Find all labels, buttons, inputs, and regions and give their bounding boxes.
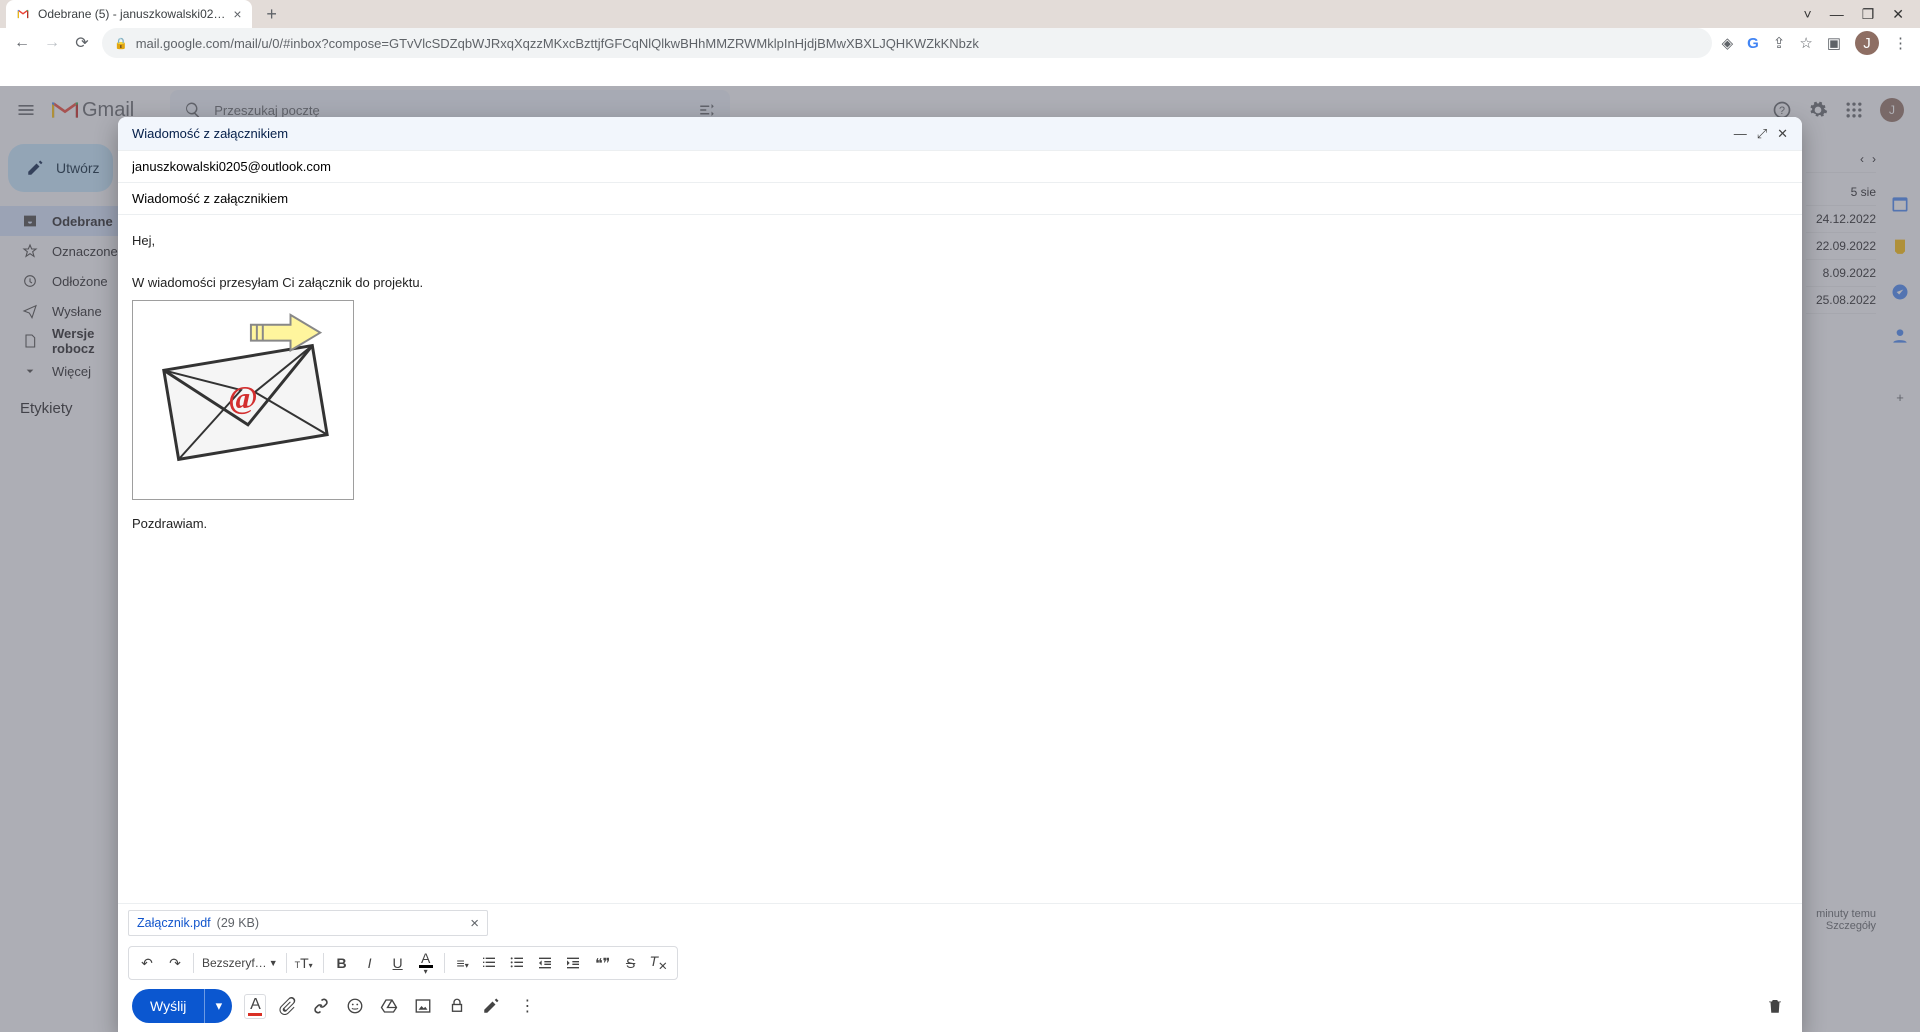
attachment-name: Załącznik.pdf: [137, 916, 211, 930]
chrome-menu-icon[interactable]: ⋮: [1893, 34, 1908, 52]
insert-emoji-icon[interactable]: [346, 997, 368, 1015]
compose-body[interactable]: Hej, W wiadomości przesyłam Ci załącznik…: [118, 215, 1802, 903]
redo-icon[interactable]: ↷: [165, 955, 185, 972]
text-color-icon[interactable]: A▾: [416, 951, 436, 976]
attach-file-icon[interactable]: [278, 997, 300, 1015]
browser-tab[interactable]: Odebrane (5) - januszkowalski02… ×: [6, 0, 252, 28]
format-toolbar: ↶ ↷ Bezszeryf… ▼ TT▾ B I U A▾ ≡▾ ❝❞ S T✕: [128, 946, 678, 980]
discard-draft-icon[interactable]: [1766, 997, 1788, 1015]
nav-reload-button[interactable]: ⟳: [72, 33, 92, 53]
popout-compose-icon[interactable]: ⤢: [1757, 126, 1767, 142]
ext-icon[interactable]: ◈: [1722, 34, 1734, 52]
indent-less-icon[interactable]: [537, 955, 557, 971]
url-text: mail.google.com/mail/u/0/#inbox?compose=…: [136, 36, 979, 51]
compose-window: Wiadomość z załącznikiem — ⤢ ✕ Hej, W wi…: [118, 117, 1802, 1032]
insert-drive-icon[interactable]: [380, 997, 402, 1015]
to-input[interactable]: [132, 159, 1788, 174]
undo-icon[interactable]: ↶: [137, 955, 157, 972]
address-bar[interactable]: 🔒 mail.google.com/mail/u/0/#inbox?compos…: [102, 28, 1712, 58]
window-maximize-icon[interactable]: ❐: [1862, 6, 1875, 23]
window-minimize-icon[interactable]: —: [1830, 6, 1844, 23]
clear-format-icon[interactable]: T✕: [649, 953, 669, 973]
google-icon[interactable]: G: [1747, 35, 1759, 52]
insert-image-icon[interactable]: [414, 997, 436, 1015]
compose-subject-field[interactable]: [118, 183, 1802, 215]
strikethrough-icon[interactable]: S: [621, 955, 641, 971]
send-options-icon[interactable]: ▾: [204, 989, 232, 1023]
new-tab-button[interactable]: +: [258, 0, 286, 28]
nav-forward-button[interactable]: →: [42, 34, 62, 52]
minimize-compose-icon[interactable]: —: [1734, 126, 1747, 142]
bullet-list-icon[interactable]: [509, 955, 529, 971]
gmail-favicon: [16, 7, 30, 21]
send-button[interactable]: Wyślij ▾: [132, 989, 232, 1023]
share-icon[interactable]: ⇪: [1773, 34, 1786, 52]
align-icon[interactable]: ≡▾: [453, 955, 473, 971]
numbered-list-icon[interactable]: [481, 955, 501, 971]
inline-image[interactable]: @: [132, 300, 354, 500]
confidential-mode-icon[interactable]: [448, 997, 470, 1015]
bookmark-icon[interactable]: ☆: [1799, 34, 1812, 52]
font-size-icon[interactable]: TT▾: [295, 955, 315, 971]
tab-close-icon[interactable]: ×: [233, 6, 241, 22]
bold-icon[interactable]: B: [332, 955, 352, 971]
window-close-icon[interactable]: ✕: [1892, 6, 1904, 23]
italic-icon[interactable]: I: [360, 955, 380, 971]
insert-signature-icon[interactable]: [482, 997, 504, 1015]
formatting-toggle-icon[interactable]: A: [244, 994, 266, 1019]
compose-title: Wiadomość z załącznikiem: [132, 126, 288, 141]
remove-attachment-icon[interactable]: ×: [470, 915, 479, 932]
panel-icon[interactable]: ▣: [1827, 34, 1841, 52]
tab-title: Odebrane (5) - januszkowalski02…: [38, 7, 225, 21]
font-selector[interactable]: Bezszeryf… ▼: [202, 956, 278, 970]
close-compose-icon[interactable]: ✕: [1777, 126, 1788, 142]
attachment-chip[interactable]: Załącznik.pdf (29 KB) ×: [128, 910, 488, 936]
chrome-menu-v-icon[interactable]: ˅: [1804, 6, 1812, 23]
underline-icon[interactable]: U: [388, 955, 408, 971]
insert-link-icon[interactable]: [312, 997, 334, 1015]
lock-icon: 🔒: [114, 37, 128, 50]
profile-avatar[interactable]: J: [1855, 31, 1879, 55]
more-options-icon[interactable]: ⋮: [516, 996, 538, 1016]
nav-back-button[interactable]: ←: [12, 34, 32, 52]
compose-to-field[interactable]: [118, 151, 1802, 183]
svg-text:@: @: [228, 380, 257, 415]
quote-icon[interactable]: ❝❞: [593, 955, 613, 972]
subject-input[interactable]: [132, 191, 1788, 206]
attachment-size: (29 KB): [217, 916, 259, 930]
indent-more-icon[interactable]: [565, 955, 585, 971]
compose-header[interactable]: Wiadomość z załącznikiem — ⤢ ✕: [118, 117, 1802, 151]
